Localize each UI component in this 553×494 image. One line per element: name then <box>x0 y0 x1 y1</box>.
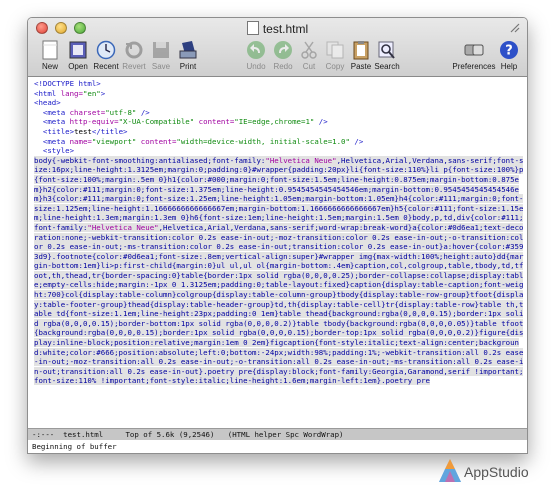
code-tag-close: /> <box>314 117 328 127</box>
help-label: Help <box>500 62 518 71</box>
code-meta-tag: <meta <box>42 136 70 146</box>
svg-text:?: ? <box>505 44 513 59</box>
code-tag-close: > <box>100 88 106 98</box>
code-css-part: ,Helvetica,Arial,Verdana,sans-serif;word… <box>34 222 524 386</box>
code-attr: content= <box>136 136 177 146</box>
code-title-tag: <title> <box>42 126 75 136</box>
toolbar-toggle-icon[interactable] <box>509 22 521 34</box>
help-button[interactable]: ? Help <box>492 40 526 71</box>
code-value: "X-UA-Compatible" <box>118 117 195 127</box>
code-value: "en" <box>82 88 101 98</box>
code-attr: charset= <box>69 107 106 117</box>
preferences-switch-icon <box>464 44 484 56</box>
code-meta-tag: <meta <box>42 117 70 127</box>
help-icon: ? <box>500 41 518 59</box>
search-label: Search <box>374 62 400 71</box>
code-tag-close: /> <box>136 107 150 117</box>
editor-window: test.html New Open Recent Revert Save Pr… <box>27 17 528 454</box>
appstudio-watermark: AppStudio <box>438 458 548 488</box>
code-attr: name= <box>69 136 92 146</box>
minibuffer[interactable]: Beginning of buffer <box>28 441 527 453</box>
code-css-string: "Helvetica Neue" <box>87 222 159 232</box>
code-value: "utf-8" <box>105 107 137 117</box>
code-title-close: </title> <box>91 126 128 136</box>
appstudio-text: AppStudio <box>464 464 529 480</box>
print-label: Print <box>179 62 197 71</box>
code-css-highlighted: body{-webkit-font-smoothing:antialiased;… <box>34 155 524 386</box>
code-value: "IE=edge,chrome=1" <box>234 117 315 127</box>
mode-line: -:--- test.html Top of 5.6k (9,2546) (HT… <box>28 428 527 440</box>
print-button[interactable]: Print <box>168 40 208 71</box>
title-bar[interactable]: test.html <box>28 18 527 38</box>
window-title: test.html <box>262 22 309 36</box>
code-attr: content= <box>194 117 235 127</box>
code-title-text: test <box>74 126 92 136</box>
code-css-part: ,Helvetica,Arial,Verdana,sans-serif;font… <box>34 155 524 232</box>
code-meta-tag: <meta <box>42 107 70 117</box>
code-doctype: <!DOCTYPE html> <box>34 79 101 88</box>
code-css-part: body{-webkit-font-smoothing:antialiased;… <box>34 155 266 165</box>
code-value: "viewport" <box>91 136 137 146</box>
code-attr: lang= <box>60 88 83 98</box>
window-chrome: test.html New Open Recent Revert Save Pr… <box>28 18 527 77</box>
window-title-area: test.html <box>28 21 527 36</box>
appstudio-logo-icon <box>439 459 461 482</box>
search-button[interactable]: Search <box>367 40 407 71</box>
code-attr: http-equiv= <box>69 117 119 127</box>
printer-icon <box>179 41 197 59</box>
search-icon <box>378 41 395 59</box>
code-html-tag: <html <box>34 88 61 98</box>
code-head-tag: <head> <box>34 98 61 108</box>
document-icon <box>246 21 259 35</box>
code-css-string: "Helvetica Neue" <box>265 155 337 165</box>
toolbar: New Open Recent Revert Save Print Undo R… <box>28 38 527 76</box>
code-tag-close: /> <box>349 136 364 146</box>
code-editor[interactable]: <!DOCTYPE html> <html lang="en"> <head> … <box>28 77 527 428</box>
code-style-tag: <style> <box>42 146 75 156</box>
code-value: "width=device-width, initial-scale=1.0" <box>176 136 350 146</box>
